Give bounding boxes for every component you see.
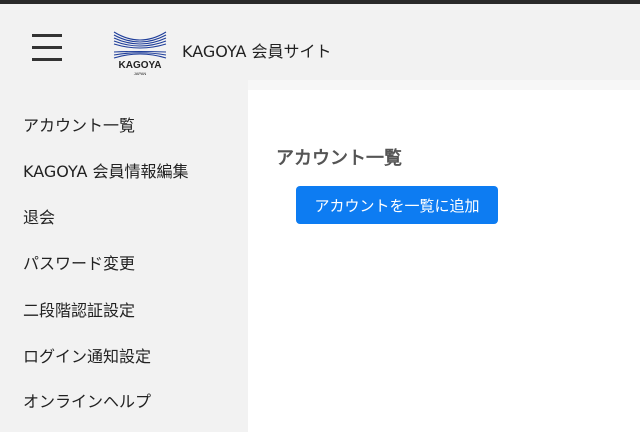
main-content: アカウント一覧 アカウントを一覧に追加 xyxy=(248,80,640,432)
menu-line xyxy=(32,58,62,61)
site-header: KAGOYA JAPAN KAGOYA 会員サイト xyxy=(0,4,640,80)
logo-subtext: JAPAN xyxy=(134,71,147,76)
menu-line xyxy=(32,34,62,37)
logo-wordmark: KAGOYA xyxy=(119,60,162,71)
sidebar-item-member-info-edit[interactable]: KAGOYA 会員情報編集 xyxy=(23,158,189,182)
sidebar-item-account-list[interactable]: アカウント一覧 xyxy=(23,112,135,136)
page-title: アカウント一覧 xyxy=(276,148,402,170)
sidebar-item-password-change[interactable]: パスワード変更 xyxy=(23,250,135,274)
site-title: KAGOYA 会員サイト xyxy=(182,42,332,61)
sidebar-item-withdraw[interactable]: 退会 xyxy=(23,204,55,228)
kagoya-logo[interactable]: KAGOYA JAPAN xyxy=(108,28,172,76)
sidebar-item-online-help[interactable]: オンラインヘルプ xyxy=(23,388,151,412)
menu-line xyxy=(32,46,62,49)
sidebar-item-login-notification[interactable]: ログイン通知設定 xyxy=(23,343,151,367)
add-account-button[interactable]: アカウントを一覧に追加 xyxy=(296,186,498,224)
content-top-divider xyxy=(248,80,640,90)
kagoya-logo-mark: KAGOYA JAPAN xyxy=(113,31,167,76)
hamburger-menu-icon[interactable] xyxy=(32,34,62,62)
sidebar-item-two-factor-auth[interactable]: 二段階認証設定 xyxy=(23,297,135,321)
sidebar: アカウント一覧 KAGOYA 会員情報編集 退会 パスワード変更 二段階認証設定… xyxy=(0,80,248,432)
